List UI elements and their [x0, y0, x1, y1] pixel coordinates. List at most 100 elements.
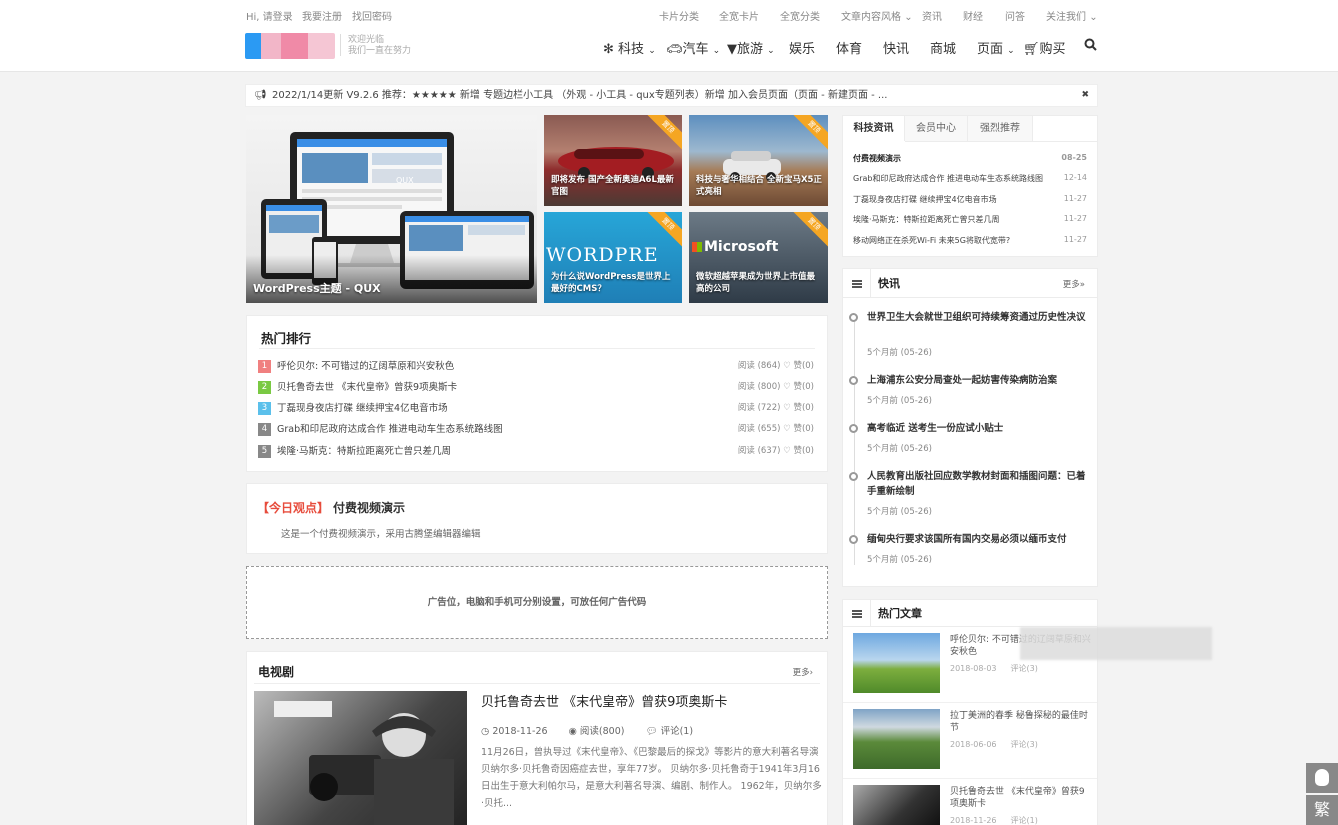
nav-auto[interactable]: 🚗︎汽车 ⌄ — [666, 38, 720, 57]
hot-article-title[interactable]: 贝托鲁奇去世 《末代皇帝》曾获9项奥斯卡 — [950, 786, 1092, 810]
flash-item-title[interactable]: 上海浦东公安分局查处一起妨害传染病防治案 — [867, 373, 1089, 388]
search-icon[interactable] — [1084, 38, 1097, 54]
nav-sports[interactable]: 体育 — [836, 38, 862, 57]
rank-number: 2 — [258, 381, 271, 394]
hot-article-meta: 2018-08-03 评论(3) — [950, 663, 1038, 674]
side-list-item[interactable]: 移动网络正在杀死Wi-Fi 未来5G将取代宽带? 11-27 — [853, 235, 1087, 246]
nav-travel[interactable]: ▼旅游 ⌄ — [727, 38, 775, 57]
nav-entertainment[interactable]: 娱乐 — [789, 38, 815, 57]
toplink-follow-label: 关注我们 — [1046, 12, 1086, 23]
toplink-finance[interactable]: 财经 — [963, 8, 983, 23]
timeline-line — [854, 315, 855, 565]
traditional-chinese-button[interactable]: 繁 — [1306, 795, 1338, 825]
divider — [254, 683, 820, 684]
rank-row[interactable]: 3 丁磊现身夜店打碟 继续押宝4亿电音市场 阅读 (722) ♡ 赞(0) — [258, 400, 814, 416]
tab-recommended[interactable]: 强烈推荐 — [968, 116, 1033, 141]
microsoft-logo: Microsoft — [704, 239, 779, 255]
toplink-qa[interactable]: 问答 — [1005, 8, 1025, 23]
today-heading[interactable]: 【今日观点】 付费视频演示 — [257, 499, 405, 516]
tv-article-title[interactable]: 贝托鲁奇去世 《末代皇帝》曾获9项奥斯卡 — [481, 691, 727, 710]
menu-icon — [852, 610, 862, 618]
slide-tile-bmw[interactable]: 置顶 科技与奢华相结合 全新宝马X5正式亮相 — [689, 115, 828, 206]
toplink-card-category[interactable]: 卡片分类 — [659, 8, 699, 23]
flash-item-title[interactable]: 世界卫生大会就世卫组织可持续筹资通过历史性决议 — [867, 310, 1089, 325]
slide-tile-wordpress[interactable]: WORDPRE 置顶 为什么说WordPress是世界上最好的CMS？ — [544, 212, 682, 303]
tab-underline — [905, 141, 1033, 142]
divider — [843, 297, 1097, 298]
notice-bar: 📢︎ 2022/1/14更新 V9.2.6 推荐：★★★★★ 新增 专题边栏小工… — [245, 84, 1098, 107]
hot-article-title[interactable]: 拉丁美洲的春季 秘鲁探秘的最佳时节 — [950, 710, 1092, 734]
nav-flash[interactable]: 快讯 — [883, 38, 909, 57]
side-list-item[interactable]: 丁磊现身夜店打碟 继续押宝4亿电音市场 11-27 — [853, 194, 1087, 205]
top-badge: 置顶 — [788, 212, 828, 250]
side-list-item[interactable]: Grab和印尼政府达成合作 推进电动车生态系统路线图 12-14 — [853, 173, 1087, 184]
eye-icon: ◉ — [568, 726, 577, 737]
rank-row[interactable]: 4 Grab和印尼政府达成合作 推进电动车生态系统路线图 阅读 (655) ♡ 赞(… — [258, 421, 814, 437]
rank-meta: 阅读 (864) ♡ 赞(0) — [737, 361, 814, 371]
flash-item-title[interactable]: 缅甸央行要求该国所有国内交易必须以缅币支付 — [867, 532, 1089, 547]
hot-articles-title: 热门文章 — [878, 607, 922, 620]
tv-views: 阅读(800) — [579, 726, 625, 737]
toplink-full-category[interactable]: 全宽分类 — [780, 8, 820, 23]
nav-pages[interactable]: 页面 ⌄ — [977, 38, 1015, 57]
register-link[interactable]: 我要注册 — [302, 8, 342, 23]
slide-tile-audi[interactable]: 置顶 即将发布 国产全新奥迪A6L最新官图 — [544, 115, 682, 206]
tab-member-center[interactable]: 会员中心 — [905, 116, 968, 141]
today-panel: 【今日观点】 付费视频演示 这是一个付费视频演示，采用古腾堡编辑器编辑 — [246, 483, 828, 554]
tv-title: 电视剧 — [258, 665, 295, 679]
rank-row[interactable]: 1 呼伦贝尔: 不可错过的辽阔草原和兴安秋色 阅读 (864) ♡ 赞(0) — [258, 358, 814, 374]
svg-text:QUX: QUX — [396, 176, 414, 185]
nav-tech[interactable]: ✻ 科技 ⌄ — [603, 38, 656, 57]
hot-article-date: 2018-06-06 — [950, 740, 997, 749]
nav-mall[interactable]: 商城 — [930, 38, 956, 57]
rank-title: 埃隆·马斯克：特斯拉距离死亡曾只差几周 — [277, 446, 452, 457]
nav-buy-label: 购买 — [1039, 42, 1066, 57]
side-list-title: 付费视频演示 — [853, 154, 901, 163]
side-list-title: 丁磊现身夜店打碟 继续押宝4亿电音市场 — [853, 195, 997, 204]
qq-button[interactable] — [1306, 763, 1338, 793]
recover-password-link[interactable]: 找回密码 — [352, 8, 392, 23]
side-list-item[interactable]: 埃隆·马斯克：特斯拉距离死亡曾只差几周 11-27 — [853, 214, 1087, 225]
qq-icon — [1315, 769, 1329, 786]
side-list-item[interactable]: 付费视频演示 08-25 — [853, 153, 1087, 164]
hot-article-thumb[interactable] — [853, 785, 940, 825]
chevron-down-icon: ⌄ — [1007, 46, 1015, 56]
hot-article-date: 2018-08-03 — [950, 664, 997, 673]
nav-buy[interactable]: 🛒︎购买 — [1023, 38, 1066, 57]
toplink-full-card[interactable]: 全宽卡片 — [719, 8, 759, 23]
today-desc: 这是一个付费视频演示，采用古腾堡编辑器编辑 — [281, 529, 481, 540]
chevron-down-icon: ⌄ — [712, 46, 721, 56]
tv-thumbnail[interactable] — [254, 691, 467, 825]
side-list-title: 埃隆·马斯克：特斯拉距离死亡曾只差几周 — [853, 215, 1000, 224]
toplink-news[interactable]: 资讯 — [922, 8, 942, 23]
hot-article-thumb[interactable] — [853, 709, 940, 769]
tab-tech-news[interactable]: 科技资讯 — [843, 116, 905, 141]
timeline-dot-icon — [849, 535, 858, 544]
nav-travel-label: 旅游 — [737, 42, 764, 57]
flash-item-title[interactable]: 人民教育出版社回应数学教材封面和插图问题：已着手重新绘制 — [867, 469, 1089, 499]
logo-tagline-line2: 我们一直在努力 — [348, 46, 412, 56]
slide-tile-microsoft[interactable]: Microsoft 置顶 微软超越苹果成为世界上市值最高的公司 — [689, 212, 828, 303]
wordpress-logo: WORDPRE — [546, 244, 659, 266]
main-slide[interactable]: QUX WordPress主题 - QUX — [246, 115, 537, 303]
ad-text: 广告位，电脑和手机可分别设置，可放任何广告代码 — [427, 597, 647, 608]
toplink-article-style-label: 文章内容风格 — [841, 12, 901, 23]
login-link[interactable]: Hi, 请登录 — [246, 8, 293, 23]
toplink-follow[interactable]: 关注我们 ⌄ — [1046, 8, 1098, 23]
tv-more-link[interactable]: 更多› — [793, 666, 813, 678]
nav-pages-label: 页面 — [977, 42, 1004, 57]
filter-icon: ▼ — [727, 42, 737, 57]
site-logo[interactable] — [245, 33, 335, 59]
hot-article-comments: 评论(3) — [1010, 740, 1038, 749]
toplink-article-style[interactable]: 文章内容风格 ⌄ — [841, 8, 913, 23]
hot-article-thumb[interactable] — [853, 633, 940, 693]
notice-text[interactable]: 2022/1/14更新 V9.2.6 推荐：★★★★★ 新增 专题边栏小工具 （… — [272, 90, 887, 101]
flash-item-title[interactable]: 高考临近 送考生一份应试小贴士 — [867, 421, 1089, 436]
slide-tile-caption: 微软超越苹果成为世界上市值最高的公司 — [696, 272, 816, 294]
rank-row[interactable]: 2 贝托鲁奇去世 《末代皇帝》曾获9项奥斯卡 阅读 (800) ♡ 赞(0) — [258, 379, 814, 395]
rank-row[interactable]: 5 埃隆·马斯克：特斯拉距离死亡曾只差几周 阅读 (637) ♡ 赞(0) — [258, 443, 814, 459]
flash-more-link[interactable]: 更多» — [1063, 278, 1085, 290]
close-icon[interactable]: ✖ — [1077, 85, 1089, 106]
ad-slot[interactable]: 广告位，电脑和手机可分别设置，可放任何广告代码 — [246, 566, 828, 639]
divider — [843, 702, 1097, 703]
